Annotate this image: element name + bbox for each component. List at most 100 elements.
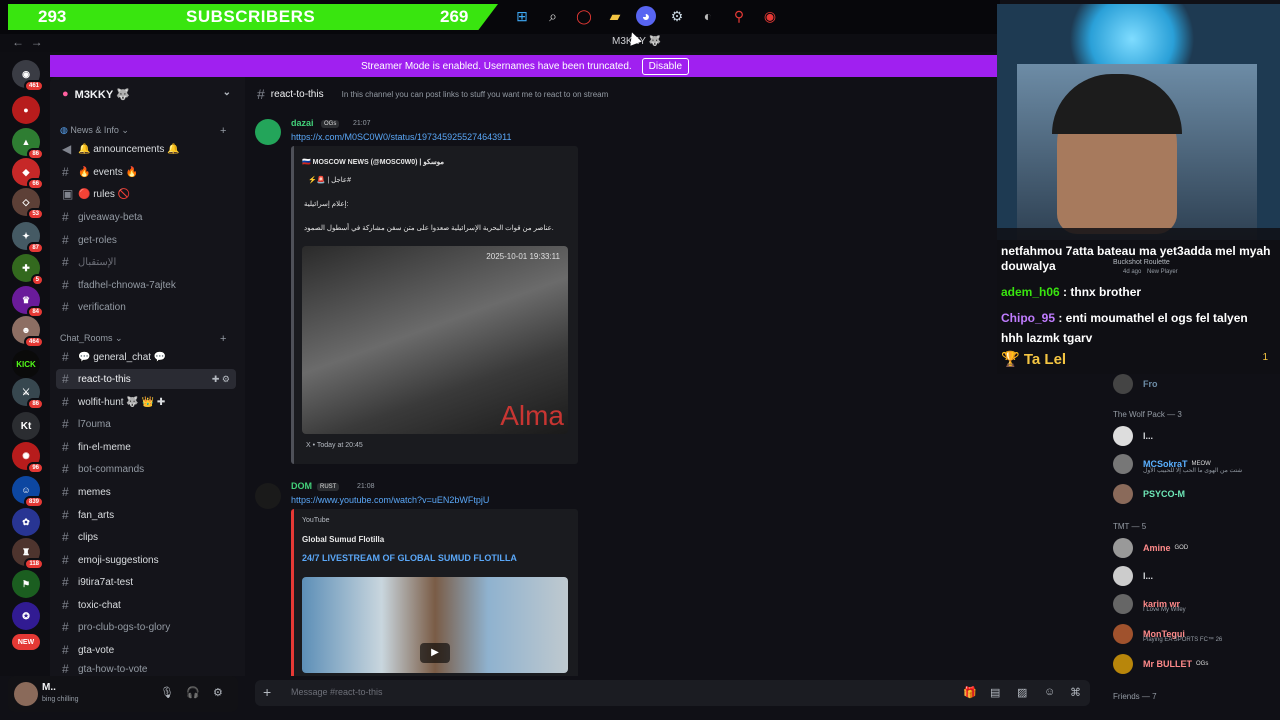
server-icon[interactable]: ♛ 84 bbox=[12, 286, 44, 318]
category-news-info[interactable]: ◍ News & Info ⌄ + bbox=[60, 125, 226, 137]
message-author[interactable]: DOM bbox=[291, 481, 312, 491]
channel-item[interactable]: # bot-commands bbox=[56, 459, 236, 479]
channel-item[interactable]: # get-roles bbox=[56, 230, 236, 250]
back-forward-icon[interactable]: ← → bbox=[12, 35, 43, 49]
embed-source[interactable]: 🇷🇺 MOSCOW NEWS (@MOSC0W0) | موسكو bbox=[302, 158, 444, 166]
member-row[interactable]: Fro bbox=[1113, 374, 1158, 394]
server-badge: 87 bbox=[27, 242, 44, 254]
server-icon[interactable]: ▲ 86 bbox=[12, 128, 44, 160]
chevron-down-icon[interactable]: ⌄ bbox=[223, 87, 231, 98]
apps-icon[interactable]: ⌘ bbox=[1070, 686, 1081, 699]
emoji-icon[interactable]: ☺ bbox=[1044, 686, 1055, 698]
message-link[interactable]: https://x.com/M0SC0W0/status/19734592552… bbox=[291, 132, 511, 142]
avatar[interactable] bbox=[255, 483, 281, 509]
category-label: News & Info bbox=[70, 125, 119, 135]
category-chat-rooms[interactable]: Chat_Rooms ⌄ + bbox=[60, 333, 226, 345]
channel-item[interactable]: # emoji-suggestions bbox=[56, 550, 236, 570]
add-attachment-icon[interactable]: + bbox=[263, 684, 271, 700]
message-author[interactable]: dazai bbox=[291, 118, 314, 128]
server-icon[interactable]: ◆ 66 bbox=[12, 158, 44, 190]
channel-item[interactable]: # 🔥 events 🔥 bbox=[56, 162, 236, 182]
member-row[interactable]: MCSokraT MEOW شتت من الهوى ما الحب إلا للح… bbox=[1113, 454, 1242, 474]
channel-item[interactable]: # wolfit-hunt 🐺 👑 ✚ bbox=[56, 392, 236, 412]
embed-image[interactable]: 2025-10-01 19:33:11 Alma bbox=[302, 246, 568, 434]
search-icon[interactable]: ⌕ bbox=[543, 6, 563, 26]
direct-messages-icon[interactable]: ◉ 461 bbox=[12, 60, 44, 92]
server-icon[interactable]: ✦ 87 bbox=[12, 222, 44, 254]
server-icon[interactable]: ⚑ bbox=[12, 570, 40, 598]
channel-item[interactable]: # الإستقبال bbox=[56, 252, 236, 272]
hash-icon: # bbox=[62, 417, 69, 431]
steam-icon[interactable]: ⚙ bbox=[667, 6, 687, 26]
channel-item-active[interactable]: # react-to-this ✚ ⚙ bbox=[56, 369, 236, 389]
server-icon[interactable]: ♜ 118 bbox=[12, 538, 44, 570]
maps-pin-icon[interactable]: ⚲ bbox=[729, 6, 749, 26]
channel-item[interactable]: # gta-how-to-vote bbox=[56, 662, 236, 676]
channel-item[interactable]: # l7ouma bbox=[56, 414, 236, 434]
gif-icon[interactable]: ▤ bbox=[990, 686, 1000, 699]
add-channel-icon[interactable]: + bbox=[220, 125, 226, 137]
microphone-icon[interactable]: 🎙 bbox=[160, 686, 174, 699]
disable-button[interactable]: Disable bbox=[641, 57, 690, 75]
folder-icon[interactable]: ▰ bbox=[605, 6, 625, 26]
server-icon[interactable]: ☻ 464 bbox=[12, 316, 44, 348]
server-icon[interactable]: ☺ 839 bbox=[12, 476, 44, 508]
channel-item[interactable]: # tfadhel-chnowa-7ajtek bbox=[56, 275, 236, 295]
server-icon[interactable]: ✪ bbox=[12, 602, 40, 630]
channel-item[interactable]: # fan_arts bbox=[56, 505, 236, 525]
discord-icon[interactable]: ◕ bbox=[636, 6, 656, 26]
kick-server-icon[interactable]: KICK bbox=[12, 350, 40, 378]
embed-line: إعلام إسرائيلية: bbox=[304, 201, 349, 208]
video-thumbnail[interactable]: ▶ bbox=[302, 577, 568, 673]
channel-item[interactable]: ▣ 🔴 rules 🚫 bbox=[56, 184, 236, 204]
channel-item[interactable]: # gta-vote bbox=[56, 640, 236, 660]
server-icon[interactable]: ● bbox=[12, 96, 40, 124]
server-kt-icon[interactable]: Kt bbox=[12, 412, 40, 440]
member-row[interactable]: Amine GOD bbox=[1113, 538, 1188, 558]
message-link[interactable]: https://www.youtube.com/watch?v=uEN2bWFt… bbox=[291, 495, 489, 505]
channel-item[interactable]: # giveaway-beta bbox=[56, 207, 236, 227]
server-icon[interactable]: ✚ 5 bbox=[12, 254, 44, 286]
member-row[interactable]: karim wr I Love My Wifey bbox=[1113, 594, 1186, 614]
server-icon[interactable]: ✿ bbox=[12, 508, 40, 536]
play-icon[interactable]: ▶ bbox=[420, 643, 450, 663]
sticker-icon[interactable]: ▨ bbox=[1017, 686, 1027, 699]
channel-item[interactable]: # i9tira7at-test bbox=[56, 572, 236, 592]
channel-item[interactable]: # pro-club-ogs-to-glory bbox=[56, 617, 236, 637]
hash-icon: # bbox=[62, 508, 69, 522]
avatar[interactable] bbox=[255, 119, 281, 145]
channel-item[interactable]: # 💬 general_chat 💬 bbox=[56, 347, 236, 367]
channel-item[interactable]: # memes bbox=[56, 482, 236, 502]
headphones-icon[interactable]: 🎧 bbox=[186, 686, 200, 699]
chat-username: Chipo_95 bbox=[1001, 311, 1056, 325]
member-row[interactable]: l... bbox=[1113, 566, 1153, 586]
server-icon[interactable]: ◇ 53 bbox=[12, 188, 44, 220]
gift-icon[interactable]: 🎁 bbox=[963, 686, 977, 699]
member-row[interactable]: Mr BULLET OGs bbox=[1113, 654, 1208, 674]
gear-icon[interactable]: ⚙ bbox=[213, 686, 223, 699]
server-icon[interactable]: ⚔ 86 bbox=[12, 378, 44, 410]
add-channel-icon[interactable]: + bbox=[220, 333, 226, 345]
opera-icon[interactable]: ◯ bbox=[574, 6, 594, 26]
channel-item[interactable]: # fin-el-meme bbox=[56, 437, 236, 457]
channel-item[interactable]: # verification bbox=[56, 297, 236, 317]
channel-topic: In this channel you can post links to st… bbox=[341, 89, 609, 99]
channel-item[interactable]: # toxic-chat bbox=[56, 595, 236, 615]
avatar[interactable] bbox=[14, 682, 38, 706]
channel-item[interactable]: ◀ 🔔 announcements 🔔 bbox=[56, 139, 236, 159]
channel-item[interactable]: # clips bbox=[56, 527, 236, 547]
message-composer[interactable]: + Message #react-to-this 🎁 ▤ ▨ ☺ ⌘ bbox=[255, 680, 1090, 706]
embed-title[interactable]: 24/7 LIVESTREAM OF GLOBAL SUMUD FLOTILLA bbox=[302, 553, 517, 563]
invite-settings-icon[interactable]: ✚ ⚙ bbox=[212, 374, 230, 385]
member-row[interactable]: PSYCO-M bbox=[1113, 484, 1185, 504]
server-header[interactable]: ● M3KKY 🐺 ⌄ bbox=[50, 77, 245, 111]
windows-icon[interactable]: ⊞ bbox=[512, 6, 532, 26]
embed-author[interactable]: Global Sumud Flotilla bbox=[302, 535, 384, 544]
obs-icon[interactable]: ◐ bbox=[698, 6, 718, 26]
member-row[interactable]: MonTegui Playing EA SPORTS FC™ 26 bbox=[1113, 624, 1222, 644]
server-icon[interactable]: ✺ 96 bbox=[12, 442, 44, 474]
chrome-icon[interactable]: ◉ bbox=[760, 6, 780, 26]
message-input[interactable]: Message #react-to-this bbox=[291, 687, 383, 697]
member-row[interactable]: l... bbox=[1113, 426, 1153, 446]
channel-label: 🔴 rules 🚫 bbox=[78, 188, 131, 200]
